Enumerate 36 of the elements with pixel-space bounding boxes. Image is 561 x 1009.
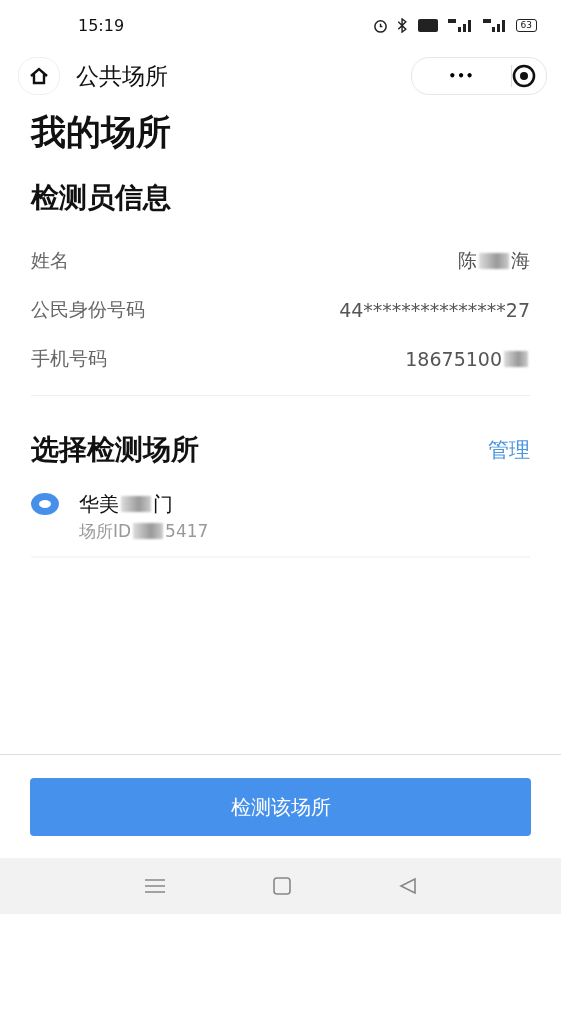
heading: 我的场所 bbox=[31, 111, 172, 154]
inspect-button[interactable]: 检测该场所 bbox=[30, 778, 531, 836]
place-name: 华美 bbox=[79, 490, 119, 518]
menu-icon[interactable] bbox=[144, 878, 165, 894]
field-label: 手机号码 bbox=[31, 345, 107, 371]
battery-level: 63 bbox=[515, 18, 537, 32]
redaction-mark bbox=[121, 496, 151, 512]
field-value: 海 bbox=[511, 247, 530, 273]
field-value: 18675100 bbox=[405, 347, 502, 370]
field-value: 陈 bbox=[458, 247, 477, 273]
bluetooth-icon bbox=[395, 17, 410, 33]
page-title: 公共场所 bbox=[76, 61, 168, 91]
field-label: 公民身份号码 bbox=[31, 296, 145, 322]
signal-icon bbox=[445, 18, 474, 32]
manage-link[interactable]: 管理 bbox=[488, 436, 530, 464]
redaction-mark bbox=[479, 252, 509, 269]
signal-icon bbox=[481, 18, 508, 32]
field-label: 姓名 bbox=[31, 247, 69, 273]
target-icon[interactable] bbox=[512, 64, 536, 88]
section-heading: 选择检测场所 bbox=[31, 432, 199, 468]
alarm-icon bbox=[372, 17, 388, 33]
place-id: 场所ID bbox=[79, 519, 132, 543]
section-heading: 检测员信息 bbox=[31, 180, 172, 216]
redaction-mark bbox=[504, 350, 528, 367]
home-icon[interactable] bbox=[272, 877, 291, 895]
place-id: 5417 bbox=[165, 521, 209, 541]
back-icon[interactable] bbox=[398, 877, 417, 895]
redaction-mark bbox=[133, 523, 164, 539]
hd-icon bbox=[417, 18, 438, 32]
home-button[interactable] bbox=[18, 57, 60, 95]
home-icon bbox=[29, 67, 49, 85]
field-value: 44***************27 bbox=[339, 298, 530, 321]
clock-time: 15:19 bbox=[78, 15, 125, 35]
place-name: 门 bbox=[153, 490, 173, 518]
radio-button[interactable] bbox=[31, 493, 59, 515]
more-button[interactable]: ••• bbox=[412, 69, 511, 83]
